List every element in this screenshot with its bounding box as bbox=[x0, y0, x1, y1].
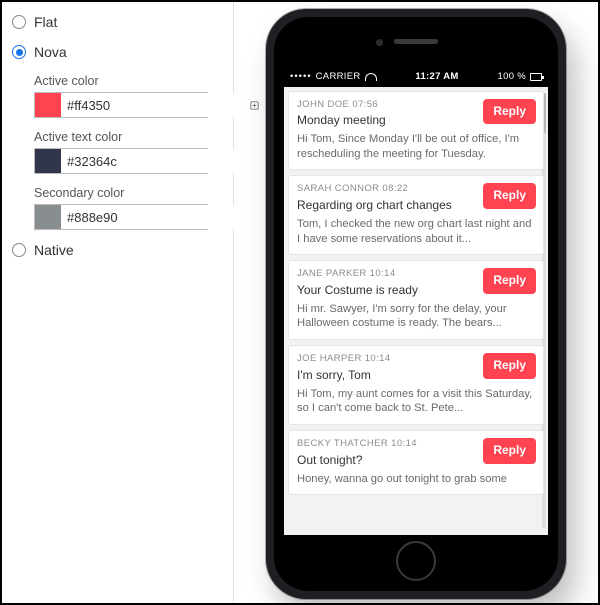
message-item[interactable]: BECKY THATCHER 10:14Out tonight?Honey, w… bbox=[288, 430, 544, 495]
phone-inner: ••••• CARRIER 11:27 AM 100 % bbox=[274, 17, 558, 591]
signal-dots-icon: ••••• bbox=[290, 71, 312, 82]
radio-native-label: Native bbox=[34, 242, 74, 258]
carrier-label: CARRIER bbox=[316, 71, 361, 82]
message-body: Honey, wanna go out tonight to grab some bbox=[297, 472, 535, 487]
reply-button[interactable]: Reply bbox=[483, 268, 536, 294]
theme-option-flat[interactable]: Flat bbox=[12, 14, 223, 30]
active-color-input[interactable] bbox=[61, 93, 249, 117]
reply-button[interactable]: Reply bbox=[483, 438, 536, 464]
app-frame: Flat Nova Active color Active text color bbox=[0, 0, 600, 605]
message-body: Hi Tom, my aunt comes for a visit this S… bbox=[297, 387, 535, 417]
theme-option-native[interactable]: Native bbox=[12, 242, 223, 258]
theme-sidebar: Flat Nova Active color Active text color bbox=[2, 2, 234, 603]
status-right: 100 % bbox=[498, 71, 542, 82]
home-button[interactable] bbox=[396, 541, 436, 581]
active-color-label: Active color bbox=[34, 74, 223, 88]
status-time: 11:27 AM bbox=[415, 71, 458, 82]
secondary-color-label: Secondary color bbox=[34, 186, 223, 200]
message-body: Hi Tom, Since Monday I'll be out of offi… bbox=[297, 132, 535, 162]
message-item[interactable]: JOHN DOE 07:56Monday meetingHi Tom, Sinc… bbox=[288, 91, 544, 171]
secondary-color-section: Secondary color bbox=[34, 186, 223, 230]
active-text-color-input[interactable] bbox=[61, 149, 249, 173]
message-item[interactable]: SARAH CONNOR 08:22Regarding org chart ch… bbox=[288, 175, 544, 255]
message-body: Hi mr. Sawyer, I'm sorry for the delay, … bbox=[297, 302, 535, 332]
active-color-section: Active color bbox=[34, 74, 223, 118]
active-color-swatch[interactable] bbox=[35, 93, 61, 117]
active-text-color-swatch[interactable] bbox=[35, 149, 61, 173]
radio-nova-label: Nova bbox=[34, 44, 67, 60]
message-item[interactable]: JANE PARKER 10:14Your Costume is readyHi… bbox=[288, 260, 544, 340]
messages-list[interactable]: JOHN DOE 07:56Monday meetingHi Tom, Sinc… bbox=[284, 87, 548, 535]
active-text-color-section: Active text color bbox=[34, 130, 223, 174]
phone-speaker bbox=[394, 39, 438, 44]
radio-nova[interactable] bbox=[12, 45, 26, 59]
message-item[interactable]: JOE HARPER 10:14I'm sorry, TomHi Tom, my… bbox=[288, 345, 544, 425]
phone-frame: ••••• CARRIER 11:27 AM 100 % bbox=[266, 9, 566, 599]
active-text-color-input-wrap bbox=[34, 148, 208, 174]
battery-icon bbox=[530, 73, 542, 81]
theme-option-nova[interactable]: Nova bbox=[12, 44, 223, 60]
reply-button[interactable]: Reply bbox=[483, 99, 536, 125]
status-bar: ••••• CARRIER 11:27 AM 100 % bbox=[284, 67, 548, 87]
reply-button[interactable]: Reply bbox=[483, 183, 536, 209]
status-left: ••••• CARRIER bbox=[290, 71, 377, 82]
reply-button[interactable]: Reply bbox=[483, 353, 536, 379]
battery-label: 100 % bbox=[498, 71, 526, 82]
secondary-color-input[interactable] bbox=[61, 205, 249, 229]
secondary-color-swatch[interactable] bbox=[35, 205, 61, 229]
radio-flat[interactable] bbox=[12, 15, 26, 29]
secondary-color-input-wrap bbox=[34, 204, 208, 230]
wifi-icon bbox=[365, 73, 377, 81]
message-body: Tom, I checked the new org chart last ni… bbox=[297, 217, 535, 247]
active-text-color-label: Active text color bbox=[34, 130, 223, 144]
phone-camera bbox=[376, 39, 383, 46]
active-color-input-wrap bbox=[34, 92, 208, 118]
phone-preview-area: ••••• CARRIER 11:27 AM 100 % bbox=[234, 2, 598, 603]
radio-native[interactable] bbox=[12, 243, 26, 257]
radio-flat-label: Flat bbox=[34, 14, 57, 30]
phone-screen: ••••• CARRIER 11:27 AM 100 % bbox=[284, 67, 548, 535]
